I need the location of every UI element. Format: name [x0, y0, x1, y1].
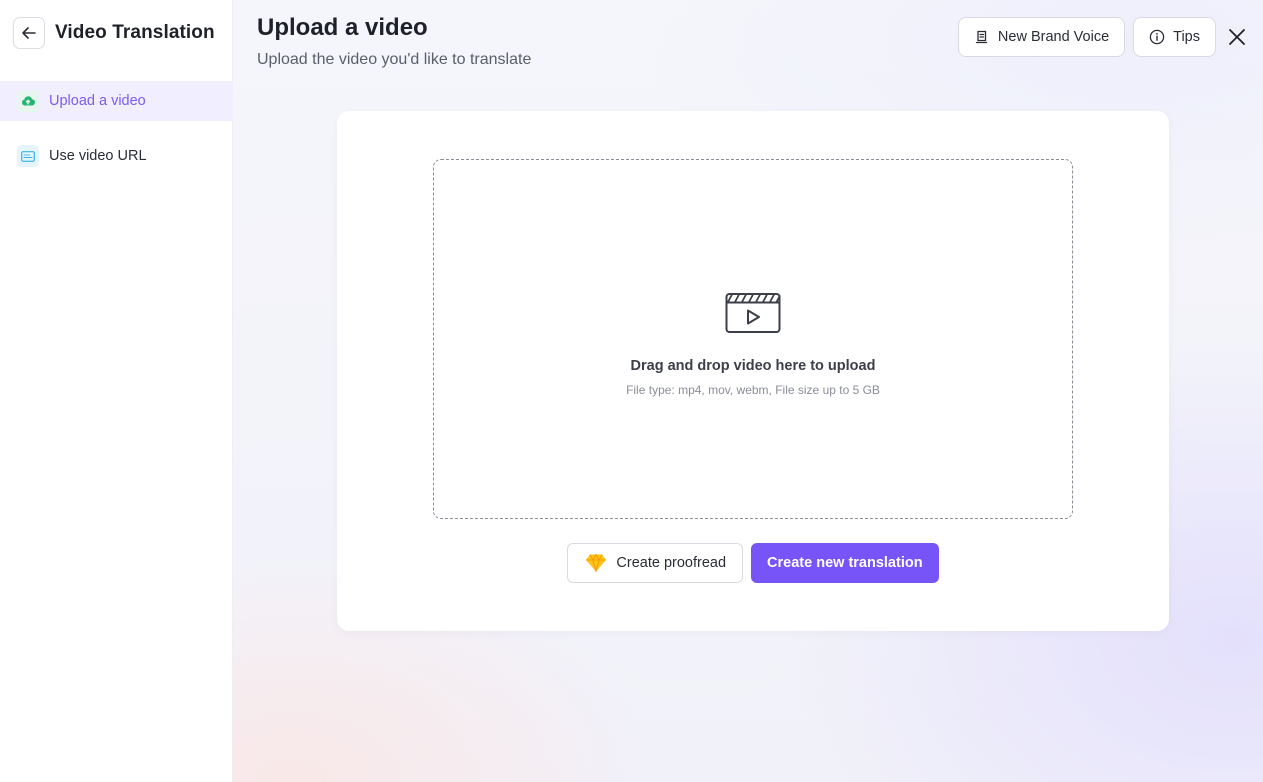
sidebar: Video Translation Upload a video Use vid…: [0, 0, 233, 782]
arrow-left-icon: [22, 27, 36, 39]
new-brand-voice-label: New Brand Voice: [997, 29, 1110, 45]
url-icon: [17, 145, 39, 167]
card-actions: Create proofread Create new translation: [337, 543, 1169, 583]
sidebar-item-label: Upload a video: [49, 93, 146, 109]
sidebar-nav: Upload a video Use video URL: [0, 81, 233, 176]
sidebar-item-upload-video[interactable]: Upload a video: [0, 81, 233, 121]
create-proofread-button[interactable]: Create proofread: [567, 543, 744, 583]
create-proofread-label: Create proofread: [616, 555, 727, 571]
upload-dropzone[interactable]: Drag and drop video here to upload File …: [433, 159, 1073, 519]
main-content: Upload a video Upload the video you'd li…: [233, 0, 1263, 782]
sidebar-title: Video Translation: [55, 22, 215, 43]
sidebar-item-video-url[interactable]: Use video URL: [0, 136, 233, 176]
document-icon: [974, 29, 990, 45]
dropzone-hint: File type: mp4, mov, webm, File size up …: [626, 382, 880, 397]
top-actions: New Brand Voice Tips: [957, 17, 1248, 57]
close-icon: [1229, 29, 1245, 45]
dropzone-title: Drag and drop video here to upload: [630, 357, 876, 374]
new-brand-voice-button[interactable]: New Brand Voice: [957, 17, 1126, 57]
tips-label: Tips: [1173, 29, 1200, 45]
cloud-upload-icon: [17, 90, 39, 112]
close-button[interactable]: [1226, 26, 1248, 48]
sidebar-header: Video Translation: [13, 17, 215, 49]
back-button[interactable]: [13, 17, 45, 49]
upload-card: Drag and drop video here to upload File …: [337, 111, 1169, 631]
page-subtitle: Upload the video you'd like to translate: [257, 51, 532, 68]
page-title: Upload a video: [257, 14, 428, 41]
sidebar-item-label: Use video URL: [49, 148, 147, 164]
info-icon: [1149, 29, 1165, 45]
create-new-translation-button[interactable]: Create new translation: [751, 543, 939, 583]
video-clapper-icon: [725, 292, 781, 333]
create-new-translation-label: Create new translation: [767, 555, 923, 571]
diamond-icon: [585, 553, 607, 573]
tips-button[interactable]: Tips: [1133, 17, 1216, 57]
